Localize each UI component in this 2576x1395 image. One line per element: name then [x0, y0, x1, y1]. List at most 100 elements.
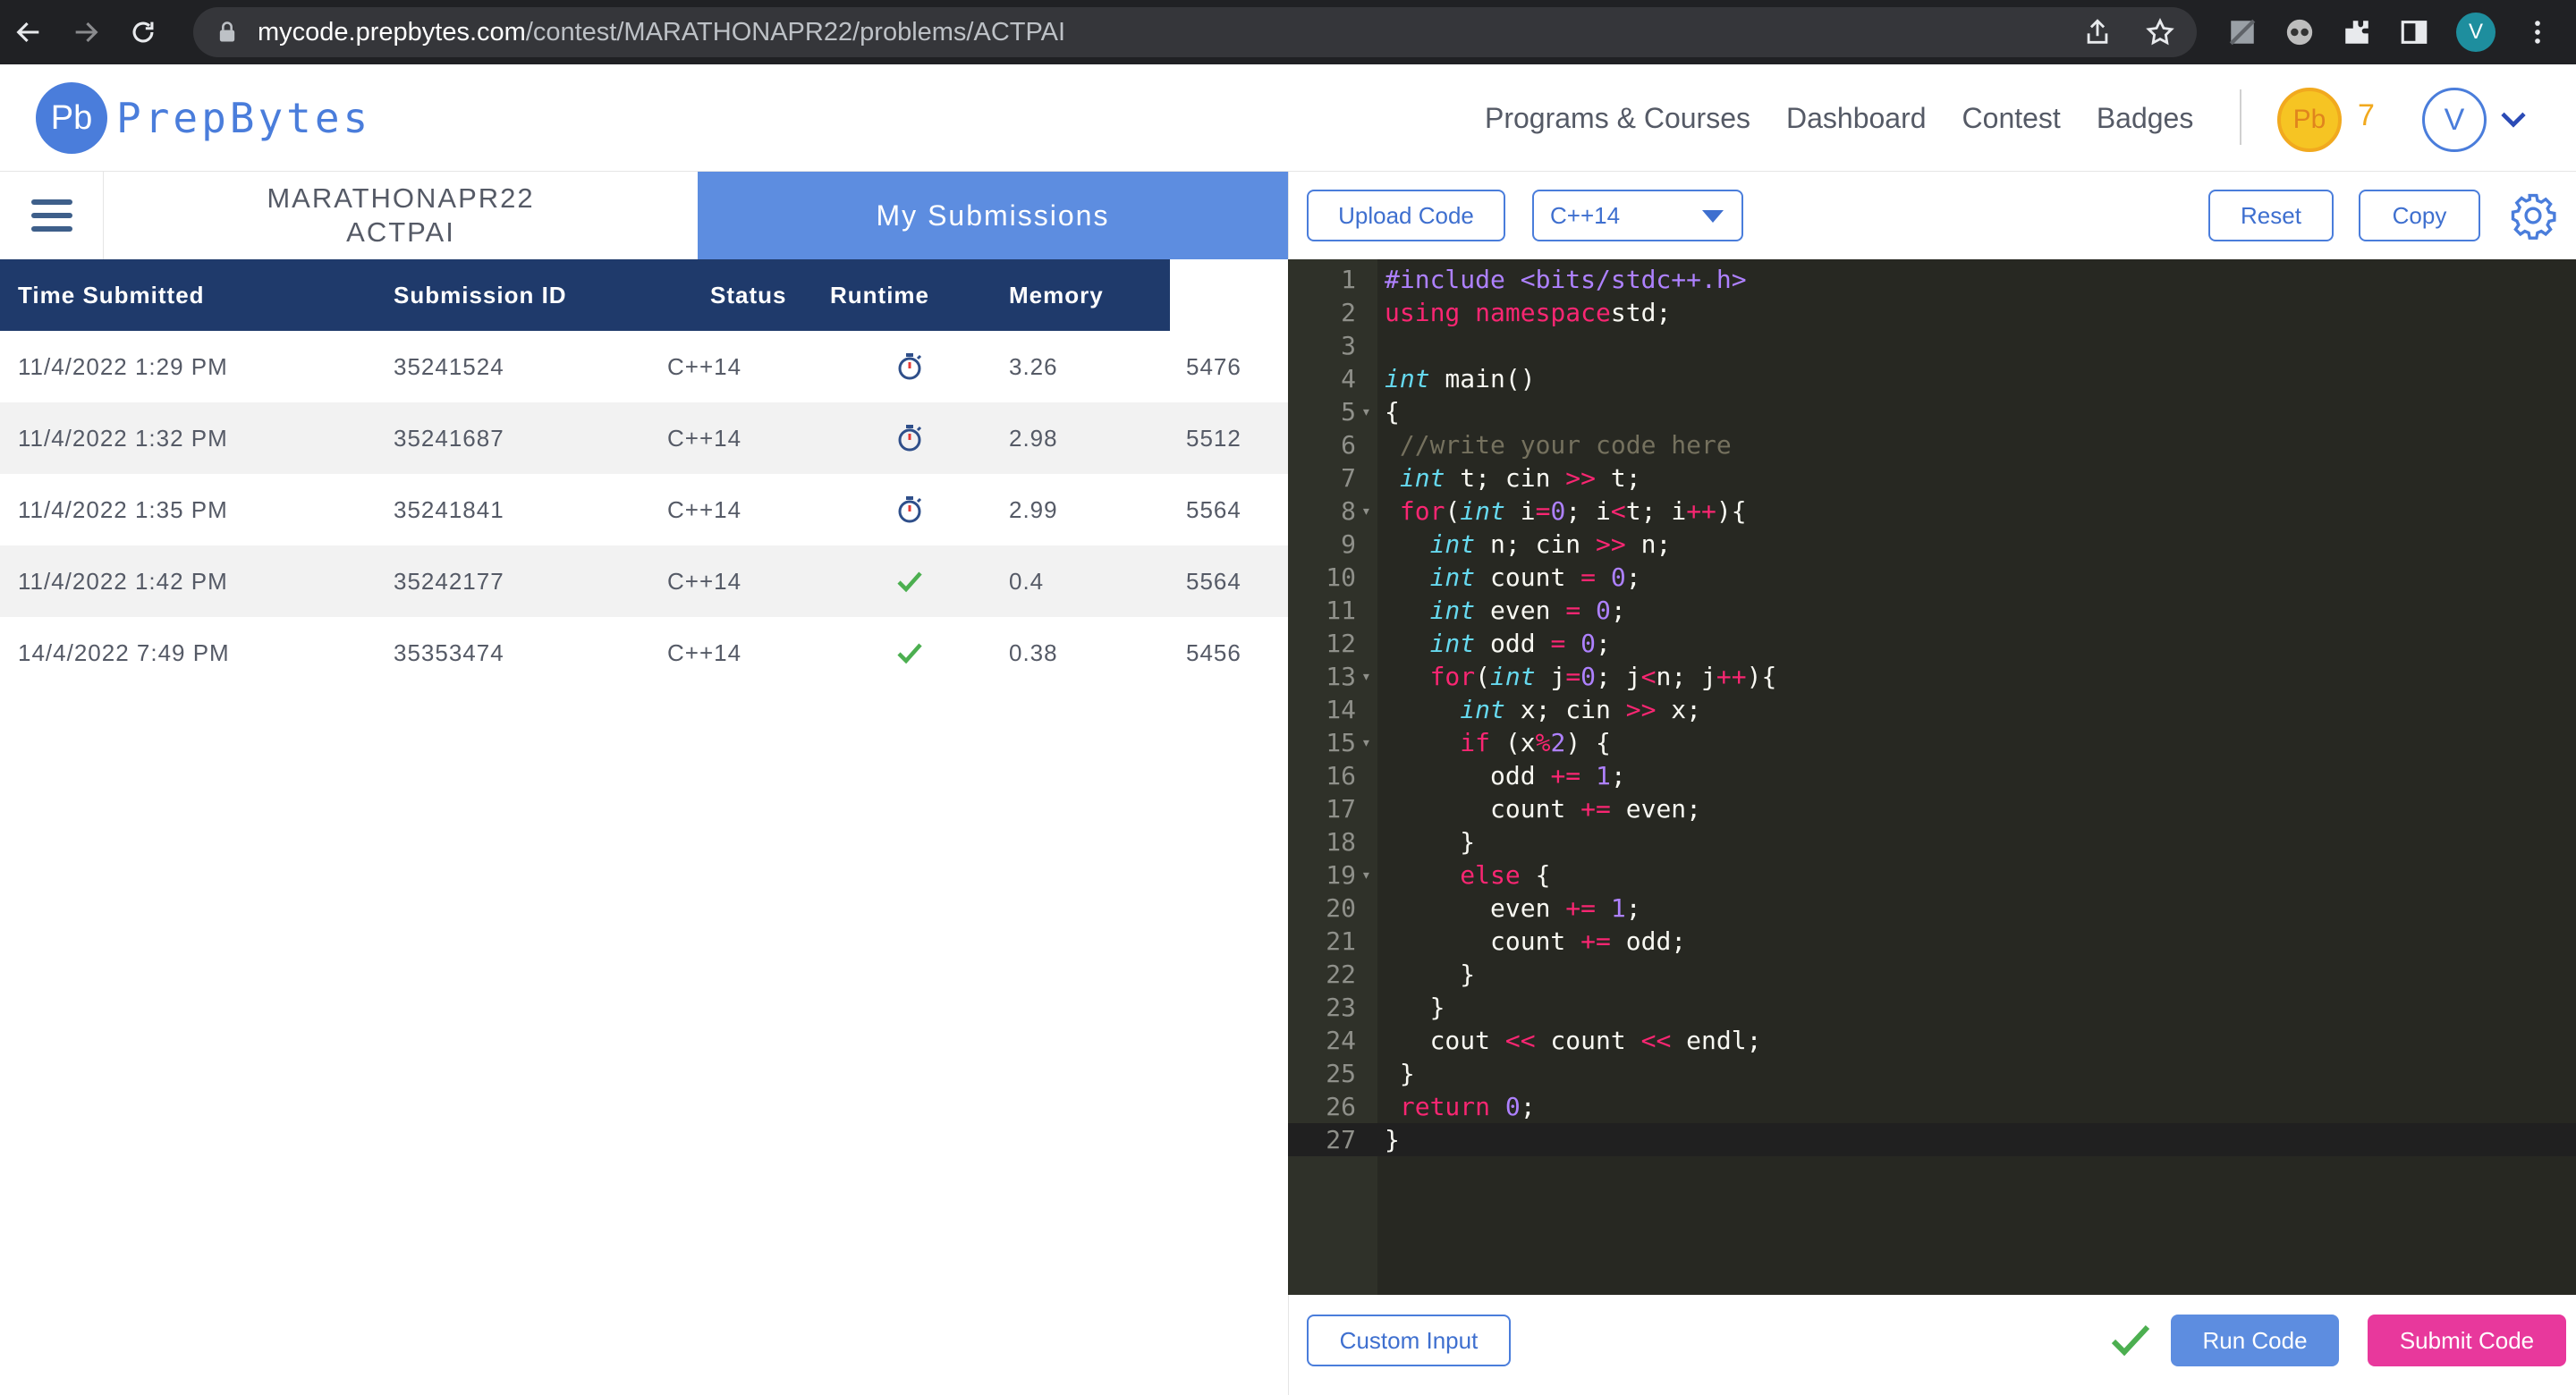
reset-button[interactable]: Reset [2208, 190, 2334, 241]
address-bar[interactable]: mycode.prepbytes.com/contest/MARATHONAPR… [193, 7, 2197, 57]
side-panel-icon[interactable] [2399, 17, 2429, 47]
cell-time: 14/4/2022 7:49 PM [18, 639, 230, 666]
browser-profile-avatar[interactable]: V [2456, 13, 2496, 52]
line-number: 24 [1326, 1026, 1356, 1055]
coin-icon[interactable]: Pb [2277, 88, 2342, 152]
top-nav: Programs & Courses Dashboard Contest Bad… [1485, 64, 2193, 172]
user-avatar[interactable]: V [2422, 88, 2487, 152]
custom-input-button[interactable]: Custom Input [1307, 1315, 1511, 1366]
table-row[interactable]: 11/4/2022 1:32 PM 35241687 C++14 2.98 5512 [0, 402, 1288, 474]
prepbytes-logo[interactable]: Pb PrepBytes [36, 82, 371, 154]
header-submission-id: Submission ID [394, 282, 567, 309]
cell-memory: 5564 [1186, 496, 1241, 523]
code-line: 16 odd += 1; [1288, 759, 2576, 792]
nav-dashboard[interactable]: Dashboard [1786, 102, 1927, 135]
header-divider [2240, 89, 2241, 145]
cell-time: 11/4/2022 1:29 PM [18, 353, 228, 380]
puzzle-icon[interactable] [2342, 17, 2372, 47]
table-row[interactable]: 11/4/2022 1:35 PM 35241841 C++14 2.99 5564 [0, 474, 1288, 545]
cell-memory: 5564 [1186, 568, 1241, 595]
line-number: 27 [1326, 1125, 1356, 1154]
cell-submission-id: 35241524 [394, 353, 504, 380]
code-line: 25 } [1288, 1057, 2576, 1090]
glasses-extension-icon[interactable] [2284, 17, 2315, 47]
stopwatch-icon [896, 424, 923, 452]
fold-arrow-icon[interactable]: ▾ [1361, 395, 1371, 428]
cell-time: 11/4/2022 1:35 PM [18, 496, 228, 523]
submit-code-button[interactable]: Submit Code [2368, 1315, 2566, 1366]
code-line: 27} [1288, 1123, 2576, 1156]
code-line: 21 count += odd; [1288, 925, 2576, 958]
share-icon[interactable] [2082, 17, 2113, 47]
language-select[interactable]: C++14 [1532, 190, 1743, 241]
line-number: 3 [1341, 331, 1356, 360]
stopwatch-icon [896, 495, 923, 524]
dropdown-triangle-icon [1702, 210, 1724, 223]
line-number: 5 [1341, 397, 1356, 427]
line-number: 16 [1326, 761, 1356, 790]
lock-icon [219, 21, 235, 42]
line-number: 4 [1341, 364, 1356, 393]
fold-arrow-icon[interactable]: ▾ [1361, 660, 1371, 693]
upload-code-button[interactable]: Upload Code [1307, 190, 1505, 241]
cell-language: C++14 [667, 496, 742, 523]
kebab-menu-icon[interactable] [2522, 17, 2553, 47]
cell-memory: 5512 [1186, 425, 1241, 452]
cell-runtime: 0.4 [1009, 568, 1045, 595]
tab-problem[interactable]: MARATHONAPR22 ACTPAI [104, 172, 698, 259]
line-number: 20 [1326, 893, 1356, 923]
browser-toolbar: mycode.prepbytes.com/contest/MARATHONAPR… [0, 0, 2576, 64]
cell-language: C++14 [667, 425, 742, 452]
line-number: 13 [1326, 662, 1356, 691]
code-line: 17 count += even; [1288, 792, 2576, 825]
line-number: 15 [1326, 728, 1356, 757]
header-memory: Memory [1009, 282, 1104, 309]
line-number: 21 [1326, 926, 1356, 956]
line-number: 1 [1341, 265, 1356, 294]
cell-submission-id: 35353474 [394, 639, 504, 666]
copy-button[interactable]: Copy [2359, 190, 2480, 241]
code-line: 4 int main() [1288, 362, 2576, 395]
fold-arrow-icon[interactable]: ▾ [1361, 726, 1371, 759]
bookmark-star-icon[interactable] [2145, 17, 2175, 47]
nav-contest[interactable]: Contest [1962, 102, 2061, 135]
cell-memory: 5456 [1186, 639, 1241, 666]
table-row[interactable]: 14/4/2022 7:49 PM 35353474 C++14 0.38 5456 [0, 617, 1288, 689]
gear-icon[interactable] [2509, 191, 2557, 240]
table-row[interactable]: 11/4/2022 1:29 PM 35241524 C++14 3.26 5476 [0, 331, 1288, 402]
line-number: 18 [1326, 827, 1356, 857]
cell-runtime: 3.26 [1009, 353, 1058, 380]
header-runtime: Runtime [830, 282, 929, 309]
submissions-panel: MARATHONAPR22 ACTPAI My Submissions Time… [0, 172, 1288, 1395]
back-button[interactable] [0, 0, 57, 64]
nav-programs-courses[interactable]: Programs & Courses [1485, 102, 1750, 135]
line-number: 17 [1326, 794, 1356, 824]
forward-button[interactable] [57, 0, 114, 64]
chevron-down-icon[interactable] [2499, 109, 2528, 131]
code-editor-panel: Upload Code C++14 Reset Copy 1 #include <… [1288, 172, 2576, 1395]
code-line: 2 using namespacestd; [1288, 296, 2576, 329]
table-row[interactable]: 11/4/2022 1:42 PM 35242177 C++14 0.4 5564 [0, 545, 1288, 617]
line-number: 10 [1326, 562, 1356, 592]
editor-footer: Custom Input Run Code Submit Code [1288, 1295, 2576, 1395]
line-number: 12 [1326, 629, 1356, 658]
code-area[interactable]: 1 #include <bits/stdc++.h> 2 using namespac… [1288, 263, 2576, 1156]
code-editor[interactable]: 1 #include <bits/stdc++.h> 2 using namespac… [1288, 259, 2576, 1295]
reload-button[interactable] [114, 0, 172, 64]
cell-time: 11/4/2022 1:32 PM [18, 425, 228, 452]
fold-arrow-icon[interactable]: ▾ [1361, 495, 1371, 528]
code-line: 26 return 0; [1288, 1090, 2576, 1123]
line-number: 6 [1341, 430, 1356, 460]
code-line: 15 ▾ if (x%2) { [1288, 726, 2576, 759]
extension-square-icon[interactable] [2227, 17, 2258, 47]
code-line: 5 ▾{ [1288, 395, 2576, 428]
check-icon [2111, 1324, 2150, 1357]
check-icon [896, 638, 923, 667]
tab-my-submissions[interactable]: My Submissions [698, 172, 1288, 259]
code-line: 8 ▾ for(int i=0; i<t; i++){ [1288, 495, 2576, 528]
menu-button[interactable] [0, 172, 104, 259]
nav-badges[interactable]: Badges [2097, 102, 2194, 135]
code-line: 3 [1288, 329, 2576, 362]
fold-arrow-icon[interactable]: ▾ [1361, 858, 1371, 892]
run-code-button[interactable]: Run Code [2171, 1315, 2339, 1366]
